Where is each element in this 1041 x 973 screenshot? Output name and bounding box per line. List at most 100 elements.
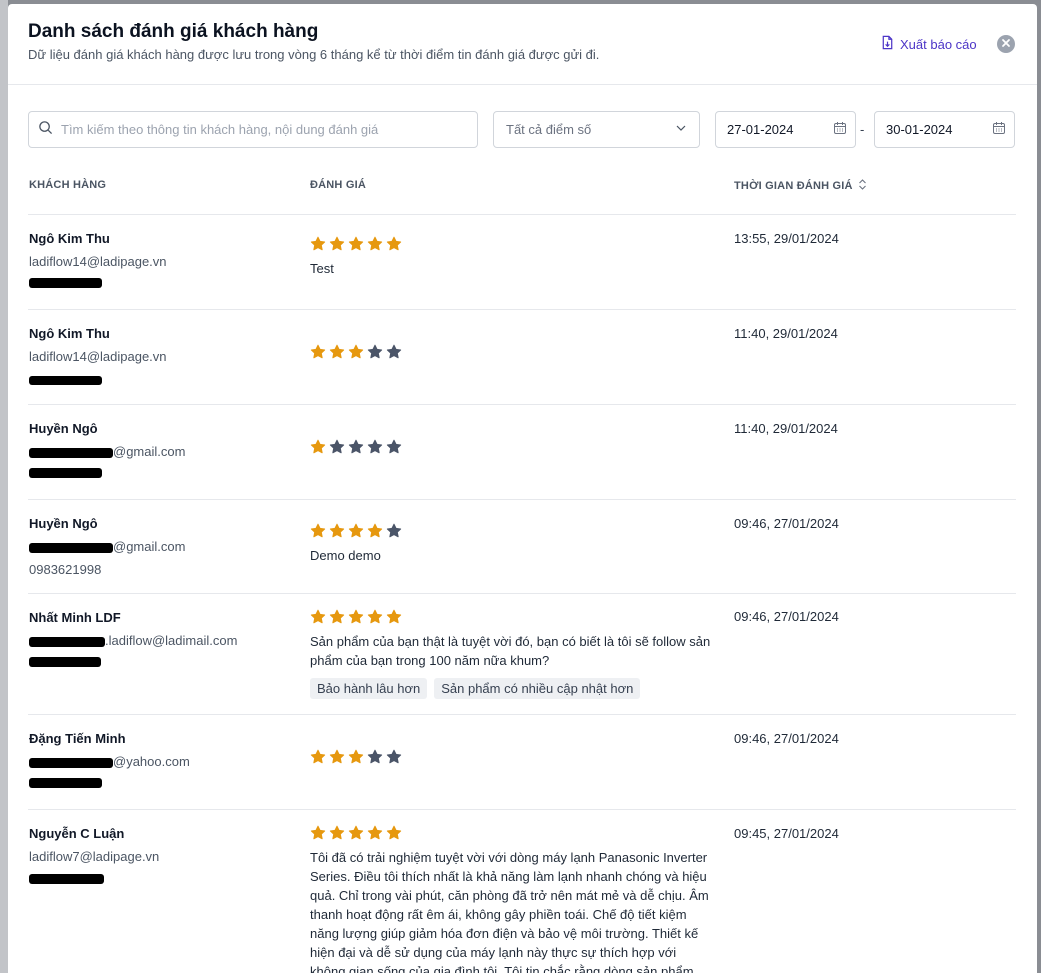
star-rating <box>310 609 720 625</box>
customer-phone <box>29 467 289 485</box>
star-empty-icon <box>386 439 402 454</box>
review-tag: Sản phẩm có nhiều cập nhật hơn <box>434 678 641 699</box>
star-filled-icon <box>310 609 326 624</box>
review-time: 11:40, 29/01/2024 <box>734 326 838 341</box>
export-report-button[interactable]: Xuất báo cáo <box>880 35 977 53</box>
review-cell <box>310 344 720 360</box>
modal-title: Danh sách đánh giá khách hàng <box>28 21 319 42</box>
date-from-input[interactable]: 27-01-2024 <box>715 111 856 148</box>
review-text: Tôi đã có trải nghiệm tuyệt vời với dòng… <box>310 850 709 973</box>
star-empty-icon <box>329 439 345 454</box>
column-header-customer: KHÁCH HÀNG <box>29 179 107 191</box>
redaction-mark <box>29 758 113 768</box>
redaction-mark <box>29 778 102 788</box>
review-time: 09:46, 27/01/2024 <box>734 516 839 531</box>
star-filled-icon <box>329 609 345 624</box>
review-cell <box>310 749 720 765</box>
customer-name: Ngô Kim Thu <box>29 231 110 246</box>
star-filled-icon <box>329 236 345 251</box>
close-icon <box>1001 35 1011 53</box>
review-text: Sản phẩm của bạn thật là tuyệt vời đó, b… <box>310 634 711 668</box>
review-cell: Tôi đã có trải nghiệm tuyệt vời với dòng… <box>310 825 720 973</box>
export-report-label: Xuất báo cáo <box>900 36 977 52</box>
star-filled-icon <box>310 439 326 454</box>
customer-email-domain: @gmail.com <box>113 539 186 554</box>
table-row: Ngô Kim Thu ladiflow14@ladipage.vn Test … <box>28 215 1016 310</box>
customer-phone <box>29 656 289 674</box>
review-text: Demo demo <box>310 548 381 563</box>
customer-cell: Ngô Kim Thu ladiflow14@ladipage.vn <box>29 326 289 390</box>
customer-name: Nhất Minh LDF <box>29 610 121 625</box>
customer-email: ladiflow14@ladipage.vn <box>29 349 167 364</box>
score-filter-select[interactable]: Tất cả điểm số <box>493 111 700 148</box>
star-filled-icon <box>310 825 326 840</box>
filter-bar: Tất cả điểm số 27-01-2024 - 30-01-2024 <box>8 111 1037 149</box>
customer-email: .ladiflow@ladimail.com <box>29 633 289 651</box>
chevron-down-icon <box>675 122 687 137</box>
review-time: 09:45, 27/01/2024 <box>734 826 839 841</box>
star-rating <box>310 825 720 841</box>
sort-icon <box>858 179 867 193</box>
star-filled-icon <box>367 609 383 624</box>
star-rating <box>310 236 720 252</box>
star-filled-icon <box>310 523 326 538</box>
column-header-time[interactable]: THỜI GIAN ĐÁNH GIÁ <box>734 179 867 193</box>
customer-name: Nguyễn C Luận <box>29 826 125 841</box>
search-box[interactable] <box>28 111 478 148</box>
review-text: Test <box>310 261 334 276</box>
customer-phone <box>29 872 289 890</box>
search-icon <box>38 120 61 140</box>
date-to-input[interactable]: 30-01-2024 <box>874 111 1015 148</box>
star-rating <box>310 439 720 455</box>
star-filled-icon <box>348 609 364 624</box>
search-input[interactable] <box>61 122 461 137</box>
star-filled-icon <box>329 344 345 359</box>
redaction-mark <box>29 874 104 884</box>
star-filled-icon <box>329 825 345 840</box>
review-cell: Test <box>310 236 720 278</box>
customer-email-domain: .ladiflow@ladimail.com <box>105 633 238 648</box>
date-from-value: 27-01-2024 <box>727 122 794 137</box>
star-rating <box>310 523 720 539</box>
star-empty-icon <box>367 344 383 359</box>
star-filled-icon <box>329 523 345 538</box>
star-filled-icon <box>348 523 364 538</box>
star-filled-icon <box>348 236 364 251</box>
customer-phone <box>29 777 289 795</box>
score-filter-value: Tất cả điểm số <box>506 122 592 137</box>
star-filled-icon <box>310 344 326 359</box>
customer-name: Ngô Kim Thu <box>29 326 110 341</box>
star-filled-icon <box>329 749 345 764</box>
customer-email-domain: @yahoo.com <box>113 754 190 769</box>
redaction-mark <box>29 468 102 478</box>
reviews-modal: Danh sách đánh giá khách hàng Dữ liệu đá… <box>8 4 1037 973</box>
review-tags: Bảo hành lâu hơn Sản phẩm có nhiều cập n… <box>310 678 720 699</box>
redaction-mark <box>29 637 105 647</box>
calendar-icon <box>833 121 847 138</box>
redaction-mark <box>29 657 101 667</box>
customer-cell: Huyền Ngô @gmail.com <box>29 421 289 485</box>
customer-email: @yahoo.com <box>29 754 289 772</box>
table-row: Huyền Ngô @gmail.com 0983621998 Demo dem… <box>28 500 1016 594</box>
review-cell: Demo demo <box>310 523 720 565</box>
star-filled-icon <box>310 236 326 251</box>
review-time: 09:46, 27/01/2024 <box>734 609 839 624</box>
star-filled-icon <box>348 825 364 840</box>
star-empty-icon <box>367 749 383 764</box>
column-header-review: ĐÁNH GIÁ <box>310 179 366 191</box>
star-filled-icon <box>386 236 402 251</box>
close-modal-button[interactable] <box>997 35 1015 53</box>
customer-email-domain: @gmail.com <box>113 444 186 459</box>
column-header-time-label: THỜI GIAN ĐÁNH GIÁ <box>734 180 853 192</box>
redaction-mark <box>29 376 102 385</box>
date-range-separator: - <box>860 122 865 137</box>
table-row: Đặng Tiến Minh @yahoo.com 09:46, 27/01/2… <box>28 715 1016 810</box>
star-filled-icon <box>348 749 364 764</box>
review-cell: Sản phẩm của bạn thật là tuyệt vời đó, b… <box>310 609 720 699</box>
review-tag: Bảo hành lâu hơn <box>310 678 428 699</box>
modal-header: Danh sách đánh giá khách hàng Dữ liệu đá… <box>8 4 1037 85</box>
page-backdrop <box>0 0 8 973</box>
star-empty-icon <box>386 749 402 764</box>
redaction-mark <box>29 543 113 553</box>
customer-phone: 0983621998 <box>29 562 102 577</box>
